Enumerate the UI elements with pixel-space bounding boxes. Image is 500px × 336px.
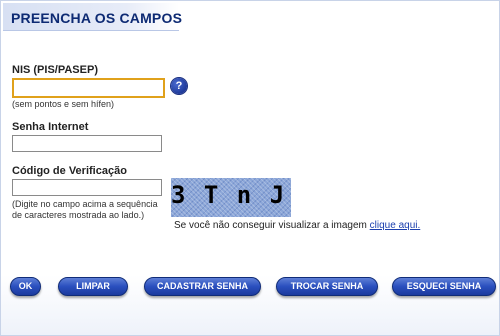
nis-label: NIS (PIS/PASEP) [12, 64, 98, 76]
senha-label: Senha Internet [12, 121, 89, 133]
captcha-text: 3 T n J [171, 181, 287, 209]
help-question-icon[interactable]: ? [171, 78, 187, 94]
form-header: PREENCHA OS CAMPOS [3, 3, 183, 31]
esqueci-senha-button[interactable]: ESQUECI SENHA [392, 277, 496, 296]
cadastrar-senha-button[interactable]: CADASTRAR SENHA [144, 277, 261, 296]
nis-input[interactable] [12, 78, 165, 98]
captcha-fallback-link[interactable]: clique aqui. [370, 220, 421, 231]
nis-hint: (sem pontos e sem hífen) [12, 99, 115, 109]
form-panel: PREENCHA OS CAMPOS NIS (PIS/PASEP) ? (se… [0, 0, 500, 336]
captcha-fallback: Se você não conseguir visualizar a image… [174, 220, 420, 231]
codigo-label: Código de Verificação [12, 165, 127, 177]
trocar-senha-button[interactable]: TROCAR SENHA [276, 277, 378, 296]
captcha-fallback-text: Se você não conseguir visualizar a image… [174, 220, 367, 231]
codigo-input[interactable] [12, 179, 162, 196]
ok-button[interactable]: OK [10, 277, 41, 296]
captcha-image: 3 T n J [171, 178, 291, 217]
form-title: PREENCHA OS CAMPOS [11, 10, 183, 26]
codigo-hint-line1: (Digite no campo acima a sequência [12, 199, 158, 209]
senha-input[interactable] [12, 135, 162, 152]
limpar-button[interactable]: LIMPAR [58, 277, 128, 296]
codigo-hint-line2: de caracteres mostrada ao lado.) [12, 210, 145, 220]
